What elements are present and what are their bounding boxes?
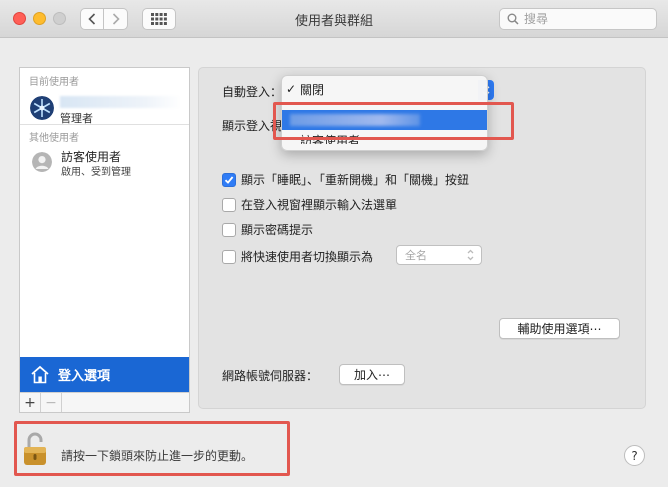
forward-button[interactable] bbox=[104, 8, 128, 30]
checkbox-row-input-menu[interactable]: 在登入視窗裡顯示輸入法選單 bbox=[222, 196, 397, 213]
users-groups-window: 使用者與群組 目前使用者 管理者 其他使用者 bbox=[0, 0, 668, 487]
other-users-label: 其他使用者 bbox=[29, 133, 79, 144]
help-button[interactable]: ? bbox=[624, 445, 645, 466]
chevron-right-icon bbox=[112, 13, 120, 25]
auto-login-label: 自動登入： bbox=[222, 85, 283, 99]
divider bbox=[20, 124, 189, 125]
current-user-item[interactable]: 管理者 bbox=[20, 96, 189, 126]
menu-item-off-label: 關閉 bbox=[300, 82, 325, 97]
checkmark-icon: ✓ bbox=[285, 82, 296, 96]
input-menu-checkbox[interactable] bbox=[222, 197, 236, 212]
checkmark-icon bbox=[224, 175, 234, 184]
guest-user-item[interactable]: 訪客使用者 啟用、受到管理 bbox=[20, 148, 189, 180]
menu-item-off[interactable]: ✓ 關閉 bbox=[282, 79, 487, 99]
search-field[interactable] bbox=[499, 8, 657, 30]
close-window-button[interactable] bbox=[13, 12, 26, 25]
snowflake-avatar-icon bbox=[30, 96, 54, 120]
toolbar: 使用者與群組 bbox=[0, 0, 668, 38]
password-hints-label: 顯示密碼提示 bbox=[241, 223, 314, 237]
checkbox-row-password-hints[interactable]: 顯示密碼提示 bbox=[222, 221, 313, 238]
person-icon bbox=[32, 152, 52, 172]
login-options-label: 登入選項 bbox=[58, 369, 111, 384]
fast-switch-label: 將快速使用者切換顯示為 bbox=[241, 250, 374, 264]
join-button[interactable]: 加入⋯ bbox=[339, 364, 405, 385]
remove-user-button[interactable]: − bbox=[41, 393, 62, 412]
fast-switch-popup[interactable]: 全名 bbox=[396, 245, 482, 265]
house-icon bbox=[31, 365, 49, 384]
search-icon bbox=[507, 13, 519, 25]
sleep-restart-checkbox[interactable] bbox=[222, 172, 236, 187]
zoom-window-button[interactable] bbox=[53, 12, 66, 25]
up-down-arrows-icon bbox=[467, 249, 474, 261]
chevron-left-icon bbox=[88, 13, 96, 25]
minimize-window-button[interactable] bbox=[33, 12, 46, 25]
current-user-name bbox=[60, 96, 182, 108]
avatar bbox=[30, 96, 54, 120]
guest-user-status: 啟用、受到管理 bbox=[61, 167, 131, 178]
grid-icon bbox=[151, 13, 167, 25]
current-users-label: 目前使用者 bbox=[29, 77, 79, 88]
users-sidebar: 目前使用者 管理者 其他使用者 訪客使用者 啟用、受到管理 登入選項 + − bbox=[19, 67, 190, 413]
password-hints-checkbox[interactable] bbox=[222, 222, 236, 237]
accessibility-options-button[interactable]: 輔助使用選項⋯ bbox=[499, 318, 620, 339]
input-menu-label: 在登入視窗裡顯示輸入法選單 bbox=[241, 198, 398, 212]
fast-switch-value: 全名 bbox=[405, 249, 427, 262]
back-button[interactable] bbox=[80, 8, 104, 30]
sidebar-toolbar: + − bbox=[20, 392, 189, 412]
sidebar-item-login-options[interactable]: 登入選項 bbox=[20, 357, 189, 392]
highlight-box-menu-item bbox=[273, 102, 514, 140]
lock-message: 請按一下鎖頭來防止進一步的更動。 bbox=[61, 449, 254, 463]
sleep-restart-label: 顯示「睡眠」、「重新開機」和「關機」按鈕 bbox=[241, 173, 470, 187]
checkbox-row-sleep-restart[interactable]: 顯示「睡眠」、「重新開機」和「關機」按鈕 bbox=[222, 171, 469, 188]
checkbox-row-fast-switch[interactable]: 將快速使用者切換顯示為 bbox=[222, 248, 373, 265]
unlocked-padlock-icon bbox=[24, 432, 46, 465]
search-input[interactable] bbox=[524, 12, 644, 26]
window-title: 使用者與群組 bbox=[294, 14, 373, 29]
show-all-button[interactable] bbox=[142, 8, 176, 30]
add-user-button[interactable]: + bbox=[20, 393, 41, 412]
fast-switch-checkbox[interactable] bbox=[222, 249, 236, 264]
network-server-label: 網路帳號伺服器： bbox=[222, 369, 319, 383]
guest-avatar bbox=[32, 152, 52, 172]
lock-button[interactable] bbox=[22, 432, 50, 466]
